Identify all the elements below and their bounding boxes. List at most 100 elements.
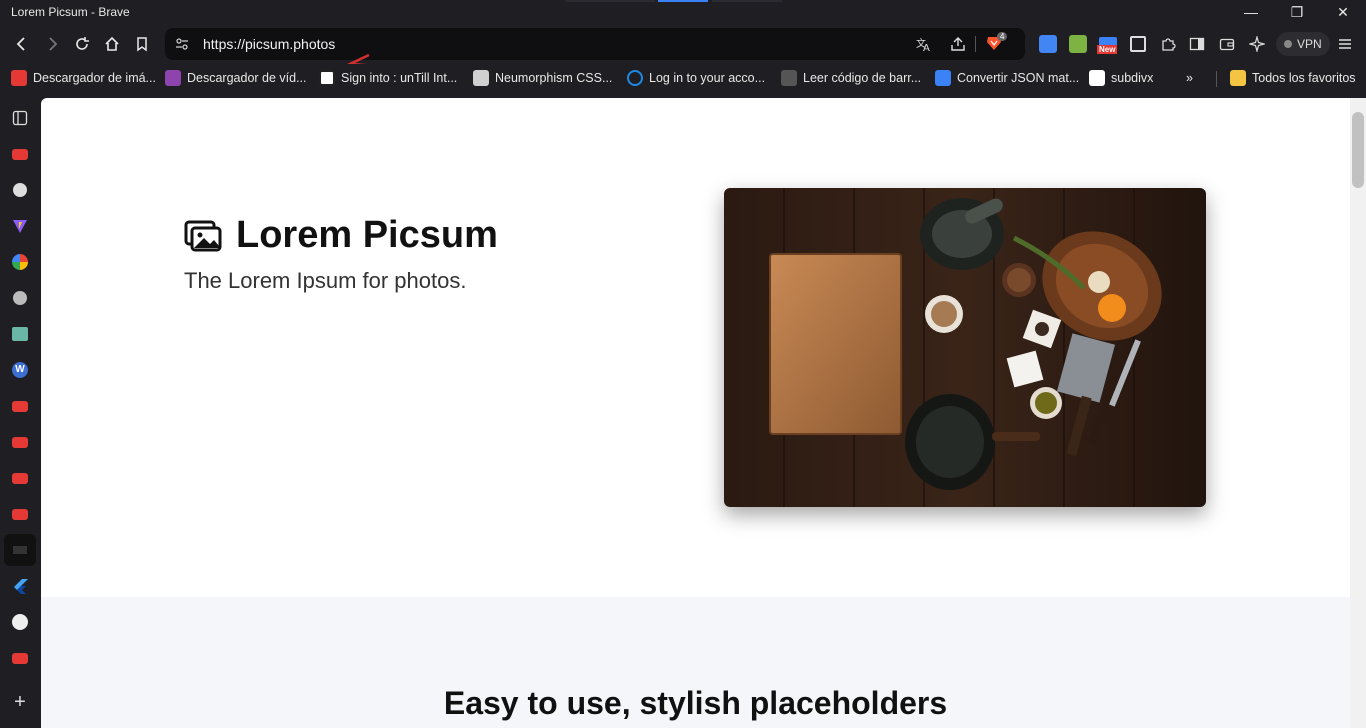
sidebar-globe[interactable] (12, 290, 28, 306)
back-icon (16, 37, 25, 51)
main-menu-button[interactable] (1334, 33, 1356, 55)
wallet-button[interactable] (1216, 33, 1238, 55)
sidebar-youtube[interactable] (12, 650, 28, 666)
bookmark-label: subdivx (1111, 71, 1154, 85)
bookmark-label: Descargador de víd... (187, 71, 307, 85)
bookmark-item[interactable]: Neumorphism CSS... (473, 69, 612, 87)
sidebar-google[interactable] (12, 254, 28, 270)
sidebar-extension[interactable] (12, 182, 28, 198)
github-icon (12, 614, 28, 630)
sidebar-toggle-icon (1189, 37, 1205, 51)
site-settings-icon[interactable] (175, 37, 189, 51)
share-icon[interactable] (950, 36, 966, 52)
bookmark-label: Neumorphism CSS... (495, 71, 613, 85)
bookmark-button[interactable] (130, 32, 154, 56)
bookmark-item[interactable]: Descargador de imá... (11, 69, 156, 87)
bookmark-item[interactable]: subdivx (1089, 69, 1153, 87)
sidebar-vite[interactable] (12, 218, 28, 234)
address-bar[interactable]: https://picsum.photos 文A 4 (165, 28, 1025, 60)
image-icon (12, 327, 28, 341)
sidebar-add-button[interactable]: + (12, 691, 28, 713)
leo-ai-button[interactable] (1246, 33, 1268, 55)
hero-title: Lorem Picsum (184, 214, 498, 257)
hamburger-menu-icon (1339, 39, 1351, 49)
youtube-icon (12, 436, 28, 448)
bookmark-label: Leer código de barr... (803, 71, 922, 85)
back-button[interactable] (10, 32, 34, 56)
scrollbar-thumb[interactable] (1352, 112, 1364, 188)
url-text[interactable]: https://picsum.photos (203, 36, 335, 52)
sidebar-panel-button[interactable] (12, 110, 28, 126)
sidebar-youtube[interactable] (12, 398, 28, 414)
sidebar-panel-icon (12, 110, 28, 126)
hero-photo (724, 188, 1206, 507)
reload-button[interactable] (70, 32, 94, 56)
vpn-status-icon (1284, 40, 1292, 48)
download-icon (11, 70, 27, 86)
svg-text:A: A (923, 43, 930, 52)
google-icon (12, 254, 28, 270)
web-page: Lorem Picsum The Lorem Ipsum for photos. (41, 98, 1350, 728)
barcode-icon (781, 70, 797, 86)
app-icon (13, 546, 27, 554)
sidebar-toggle-button[interactable] (1186, 33, 1208, 55)
extension-green[interactable] (1067, 33, 1089, 55)
window-title: Lorem Picsum - Brave (11, 5, 130, 19)
bookmarks-overflow-button[interactable]: » (1186, 69, 1193, 87)
google-translate-extension[interactable] (1037, 33, 1059, 55)
bookmark-label: Convertir JSON mat... (957, 71, 1080, 85)
extensions-menu-button[interactable] (1157, 33, 1179, 55)
sidebar-wordpress[interactable]: W (12, 362, 28, 378)
vpn-button[interactable]: VPN (1276, 32, 1330, 56)
all-favorites-folder[interactable]: Todos los favoritos (1230, 69, 1356, 87)
sidebar-github[interactable] (12, 614, 28, 630)
home-icon (105, 36, 119, 51)
bookmark-item[interactable]: Leer código de barr... (781, 69, 921, 87)
sidebar-youtube[interactable] (12, 470, 28, 486)
section-heading: Easy to use, stylish placeholders (443, 685, 948, 721)
sidebar-image[interactable] (12, 326, 28, 342)
sidebar-youtube[interactable] (12, 434, 28, 450)
flutter-icon (14, 579, 28, 594)
bookmark-item[interactable]: Convertir JSON mat... (935, 69, 1079, 87)
brave-shields-button[interactable]: 4 (985, 32, 1008, 54)
home-button[interactable] (100, 32, 124, 56)
youtube-icon (12, 472, 28, 484)
untill-icon (319, 70, 335, 86)
video-download-icon (165, 70, 181, 86)
new-badge: New (1097, 45, 1118, 54)
login-icon (627, 70, 643, 86)
forward-button[interactable] (40, 32, 64, 56)
bookmark-label: Log in to your acco... (649, 71, 766, 85)
bookmark-label: Descargador de imá... (33, 71, 156, 85)
grid-extension-icon (1130, 36, 1146, 52)
page-scrollbar[interactable] (1350, 98, 1366, 728)
folder-icon (1230, 70, 1246, 86)
translate-icon[interactable]: 文A (916, 36, 932, 52)
sidebar-app[interactable] (4, 534, 36, 566)
close-button[interactable]: ✕ (1320, 2, 1366, 22)
bookmark-item[interactable]: Sign into : unTill Int... (319, 69, 457, 87)
neumorphism-icon (473, 70, 489, 86)
extension-new[interactable]: New (1097, 33, 1119, 55)
minimize-button[interactable]: — (1228, 2, 1274, 22)
bookmark-label: Sign into : unTill Int... (341, 71, 458, 85)
bookmark-item[interactable]: Log in to your acco... (627, 69, 765, 87)
hero-title-text: Lorem Picsum (236, 214, 498, 256)
all-favorites-label: Todos los favoritos (1252, 71, 1356, 85)
browser-toolbar: https://picsum.photos 文A 4 New VPN (0, 24, 1366, 75)
puzzle-icon (13, 183, 27, 197)
extension-grid[interactable] (1127, 33, 1149, 55)
sidebar-flutter[interactable] (12, 578, 28, 594)
tab-strip-indicator (712, 0, 782, 2)
sidebar-youtube[interactable] (12, 146, 28, 162)
youtube-icon (12, 148, 28, 160)
sidebar-youtube[interactable] (12, 506, 28, 522)
bookmarks-divider (1216, 71, 1217, 87)
bookmark-item[interactable]: Descargador de víd... (165, 69, 307, 87)
restore-button[interactable]: ❐ (1274, 2, 1320, 22)
features-section: Easy to use, stylish placeholders (41, 597, 1350, 728)
json-convert-icon (935, 70, 951, 86)
photos-icon (184, 220, 222, 251)
vpn-label: VPN (1297, 37, 1322, 51)
